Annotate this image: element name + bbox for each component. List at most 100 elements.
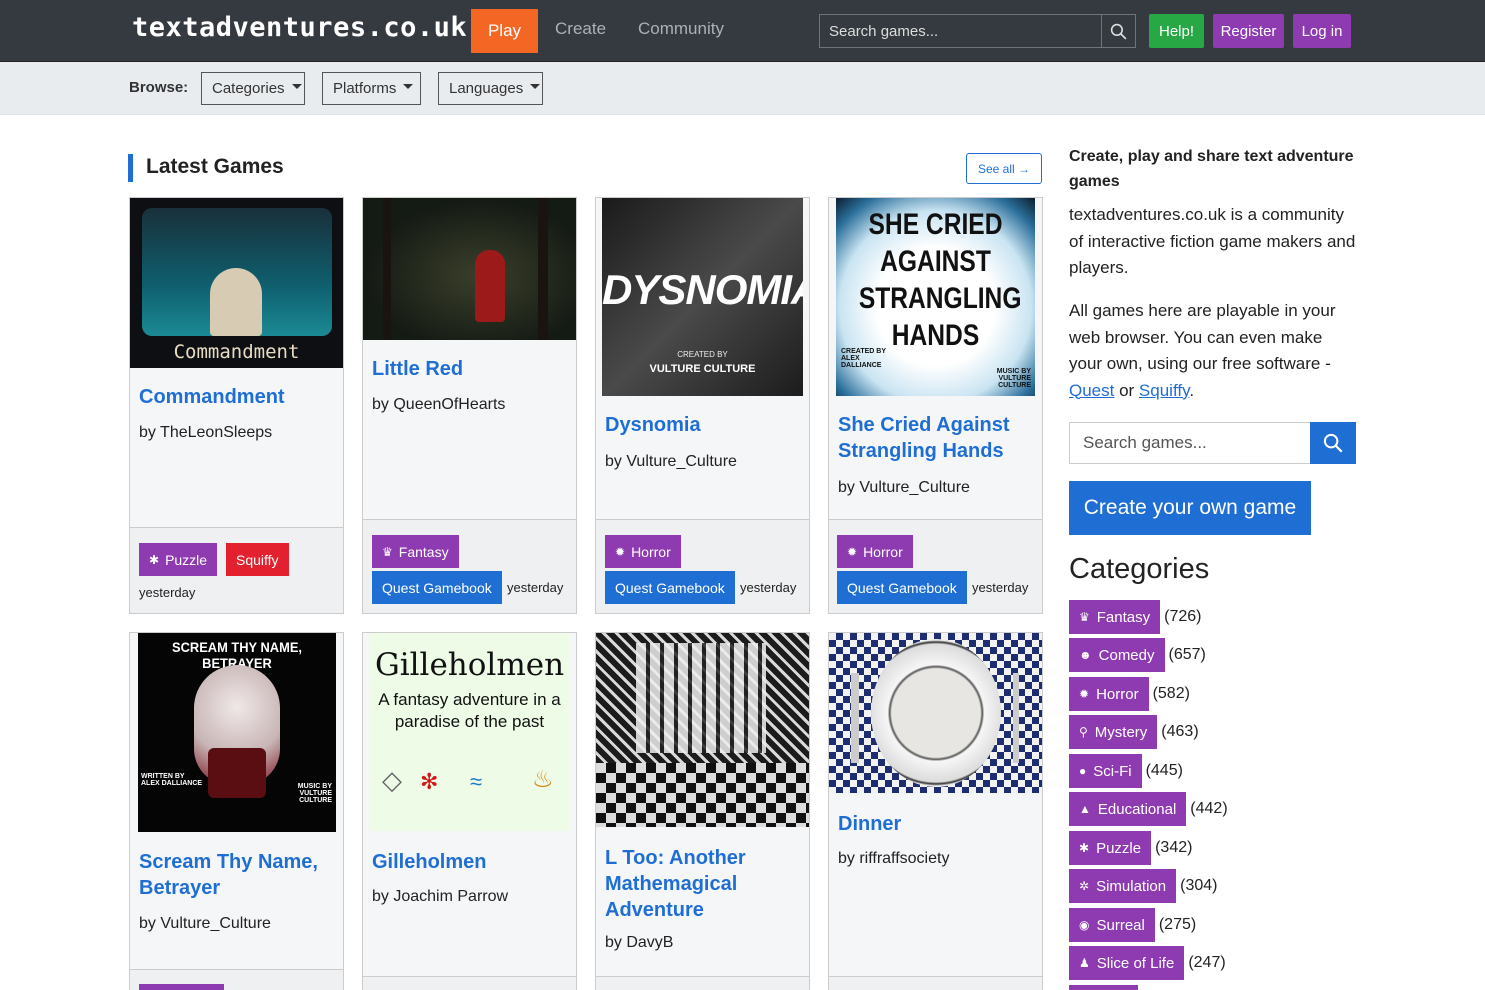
site-logo[interactable]: textadventures.co.uk	[132, 12, 467, 43]
category-tag[interactable]	[139, 984, 224, 990]
game-title[interactable]: Little Red	[372, 356, 568, 382]
tag-puzzle[interactable]: ✱ Puzzle	[139, 543, 218, 576]
game-cover[interactable]: SCREAM THY NAME, BETRAYER WRITTEN BY ALE…	[138, 633, 336, 832]
sidebar-search-button[interactable]	[1310, 422, 1356, 464]
sidebar-search-input[interactable]: Search games...	[1069, 422, 1311, 464]
category-surreal[interactable]: ◉ Surreal	[1069, 908, 1155, 942]
puzzle-icon: ✱	[149, 552, 160, 567]
game-cover[interactable]: DYSNOMIA CREATED BY VULTURE CULTURE	[602, 198, 803, 396]
category-puzzle[interactable]: ✱ Puzzle	[1069, 831, 1152, 865]
see-all-button[interactable]: See all →	[966, 153, 1042, 184]
game-card[interactable]: Dinner by riffraffsociety	[828, 632, 1043, 990]
game-author[interactable]: by Vulture_Culture	[605, 453, 737, 471]
category-simulation[interactable]: ✲ Simulation	[1069, 869, 1177, 903]
game-author[interactable]: by Joachim Parrow	[372, 888, 508, 906]
game-title[interactable]: Dinner	[838, 811, 1034, 837]
cover-plate	[871, 639, 1001, 787]
game-cover[interactable]	[596, 633, 809, 827]
tag-fantasy[interactable]: ♛ Fantasy	[372, 535, 459, 568]
ant-icon: ✻	[420, 769, 439, 794]
category-count: (726)	[1164, 608, 1202, 625]
login-button[interactable]: Log in	[1293, 14, 1351, 48]
languages-dropdown[interactable]: Languages	[438, 72, 543, 105]
game-author[interactable]: by TheLeonSleeps	[139, 424, 272, 442]
game-card[interactable]: Commandment Commandment by TheLeonSleeps…	[129, 197, 344, 614]
category-fantasy[interactable]: ♛ Fantasy	[1069, 600, 1161, 634]
game-title[interactable]: Gilleholmen	[372, 849, 568, 875]
search-input[interactable]: Search games...	[819, 14, 1102, 48]
category-count: (304)	[1180, 877, 1218, 894]
game-title[interactable]: Dysnomia	[605, 412, 801, 438]
cover-floor	[596, 763, 809, 827]
register-button[interactable]: Register	[1213, 14, 1284, 48]
game-cover[interactable]	[363, 198, 576, 340]
quest-link[interactable]: Quest	[1069, 381, 1114, 400]
game-author[interactable]: by QueenOfHearts	[372, 396, 505, 414]
category-horror[interactable]: ✹ Horror	[1069, 677, 1149, 711]
category-educational[interactable]: ▲ Educational	[1069, 792, 1187, 826]
game-title[interactable]: Commandment	[139, 384, 335, 410]
card-footer	[596, 976, 809, 990]
cover-tree	[383, 198, 391, 340]
tag-horror[interactable]: ✹ Horror	[605, 535, 681, 568]
fork-icon	[851, 673, 859, 763]
game-cover[interactable]	[829, 633, 1042, 793]
caret-down-icon	[291, 84, 302, 89]
category-mystery[interactable]: ⚲ Mystery	[1069, 715, 1158, 749]
game-card[interactable]: Little Red by QueenOfHearts ♛ Fantasy Que…	[362, 197, 577, 614]
category-item: ● Sci-Fi (445)	[1069, 754, 1183, 788]
cover-title: Gilleholmen	[374, 647, 565, 683]
game-cover[interactable]: Gilleholmen A fantasy adventure in a par…	[370, 633, 569, 831]
cover-credit: VULTURE CULTURE	[649, 363, 756, 375]
categories-dropdown[interactable]: Categories	[201, 72, 305, 105]
help-button[interactable]: Help!	[1149, 14, 1204, 48]
walking-person-icon: ♟	[1079, 956, 1090, 970]
sidebar-description-text: .	[1189, 380, 1195, 400]
platforms-dropdown-label: Platforms	[333, 80, 397, 97]
game-title[interactable]: Scream Thy Name, Betrayer	[139, 849, 335, 901]
category-sci-fi[interactable]: ● Sci-Fi	[1069, 754, 1142, 788]
category-label: Educational	[1097, 800, 1177, 818]
game-author[interactable]: by Vulture_Culture	[139, 915, 271, 933]
tag-quest-gamebook[interactable]: Quest Gamebook	[837, 571, 967, 604]
cover-title: DYSNOMIA	[602, 266, 803, 313]
tag-label: Horror	[863, 543, 903, 560]
nav-community[interactable]: Community	[638, 19, 724, 39]
kite-icon: ◇	[382, 765, 402, 795]
game-card[interactable]: SCREAM THY NAME, BETRAYER WRITTEN BY ALE…	[129, 632, 344, 990]
game-card[interactable]: Gilleholmen A fantasy adventure in a par…	[362, 632, 577, 990]
squiffy-link[interactable]: Squiffy	[1139, 381, 1189, 400]
tag-quest-gamebook[interactable]: Quest Gamebook	[605, 571, 735, 604]
search-button[interactable]	[1101, 14, 1136, 48]
game-title[interactable]: L Too: Another Mathemagical Adventure	[605, 845, 801, 923]
category-item-partial[interactable]	[1069, 985, 1138, 990]
browse-label: Browse:	[129, 79, 189, 96]
sidebar-description-text: or	[1114, 380, 1139, 400]
tag-horror[interactable]: ✹ Horror	[837, 535, 913, 568]
swimmer-icon: ≈	[470, 769, 483, 794]
cover-figure	[210, 268, 262, 336]
game-author[interactable]: by riffraffsociety	[838, 850, 949, 868]
game-author[interactable]: by Vulture_Culture	[838, 479, 970, 497]
game-card[interactable]: SHE CRIED AGAINST STRANGLING HANDS CREAT…	[828, 197, 1043, 614]
game-cover[interactable]: Commandment	[130, 198, 343, 368]
tag-quest-gamebook[interactable]: Quest Gamebook	[372, 571, 502, 604]
cover-title: Commandment	[173, 341, 300, 363]
card-footer	[829, 976, 1042, 990]
nav-create[interactable]: Create	[555, 19, 606, 39]
platforms-dropdown[interactable]: Platforms	[322, 72, 421, 105]
cover-hands	[208, 748, 266, 798]
category-comedy[interactable]: ☻ Comedy	[1069, 638, 1165, 672]
game-card[interactable]: L Too: Another Mathemagical Adventure by…	[595, 632, 810, 990]
tag-squiffy[interactable]: Squiffy	[226, 543, 289, 576]
category-slice-of-life[interactable]: ♟ Slice of Life	[1069, 946, 1185, 980]
category-count: (442)	[1190, 800, 1228, 817]
crown-icon: ♛	[1079, 610, 1090, 624]
create-game-button[interactable]: Create your own game	[1069, 481, 1311, 535]
game-card[interactable]: DYSNOMIA CREATED BY VULTURE CULTURE Dysn…	[595, 197, 810, 614]
game-author[interactable]: by DavyB	[605, 934, 673, 952]
nav-play[interactable]: Play	[471, 9, 538, 53]
game-title[interactable]: She Cried Against Strangling Hands	[838, 412, 1034, 464]
category-item: ◉ Surreal (275)	[1069, 908, 1196, 942]
game-cover[interactable]: SHE CRIED AGAINST STRANGLING HANDS CREAT…	[836, 198, 1035, 396]
